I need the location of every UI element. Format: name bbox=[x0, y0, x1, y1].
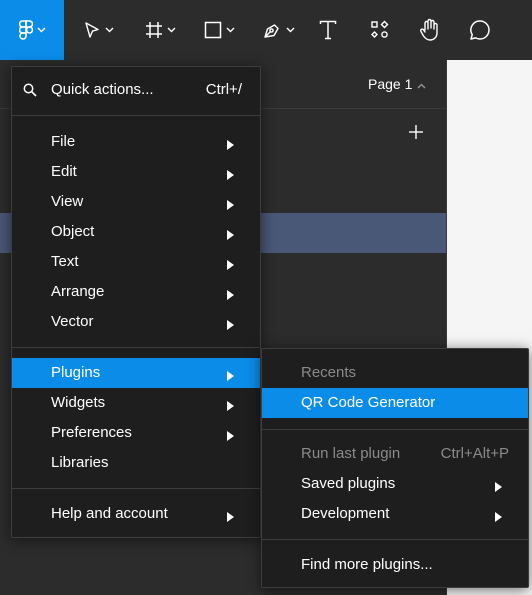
menu-item-vector[interactable]: Vector bbox=[12, 307, 260, 337]
menu-item-label: Libraries bbox=[51, 454, 109, 471]
chevron-right-icon bbox=[227, 197, 234, 214]
saved-plugins-item[interactable]: Saved plugins bbox=[262, 469, 528, 499]
quick-actions-shortcut: Ctrl+/ bbox=[205, 81, 242, 98]
text-tool-button[interactable] bbox=[310, 0, 346, 60]
menu-item-label: QR Code Generator bbox=[301, 394, 436, 411]
comment-tool-button[interactable] bbox=[460, 0, 500, 60]
chevron-right-icon bbox=[227, 167, 234, 184]
search-icon bbox=[23, 83, 37, 101]
menu-item-preferences[interactable]: Preferences bbox=[12, 418, 260, 448]
menu-item-label: Arrange bbox=[51, 283, 105, 300]
menu-item-widgets[interactable]: Widgets bbox=[12, 388, 260, 418]
recents-header-label: Recents bbox=[301, 364, 357, 381]
menu-item-label: Plugins bbox=[51, 364, 101, 381]
toolbar bbox=[0, 0, 532, 60]
plugins-submenu: Recents QR Code Generator Run last plugi… bbox=[261, 348, 529, 588]
main-menu-button[interactable] bbox=[0, 0, 64, 60]
pen-icon bbox=[262, 20, 282, 40]
add-page-button[interactable] bbox=[404, 122, 428, 146]
menu-item-label: Widgets bbox=[51, 394, 106, 411]
chevron-right-icon bbox=[495, 479, 502, 496]
rectangle-icon bbox=[204, 21, 222, 39]
menu-item-label: Find more plugins... bbox=[301, 556, 433, 573]
find-more-plugins-item[interactable]: Find more plugins... bbox=[262, 550, 528, 580]
resources-tool-button[interactable] bbox=[362, 0, 398, 60]
move-tool-button[interactable] bbox=[74, 0, 122, 60]
chevron-right-icon bbox=[227, 368, 234, 385]
chevron-right-icon bbox=[227, 317, 234, 334]
chevron-right-icon bbox=[227, 398, 234, 415]
menu-divider bbox=[12, 115, 260, 116]
chevron-right-icon bbox=[227, 428, 234, 445]
page-selector[interactable]: Page 1 bbox=[368, 76, 426, 92]
comment-bubble-icon bbox=[469, 19, 491, 41]
pen-tool-button[interactable] bbox=[254, 0, 302, 60]
menu-item-object[interactable]: Object bbox=[12, 217, 260, 247]
menu-divider bbox=[12, 488, 260, 489]
menu-item-label: Object bbox=[51, 223, 95, 240]
menu-divider bbox=[12, 347, 260, 348]
text-T-icon bbox=[319, 20, 337, 40]
quick-actions-item[interactable]: Quick actions... Ctrl+/ bbox=[12, 75, 260, 105]
menu-item-label: Text bbox=[51, 253, 79, 270]
quick-actions-label: Quick actions... bbox=[51, 81, 154, 98]
menu-item-libraries[interactable]: Libraries bbox=[12, 448, 260, 478]
chevron-right-icon bbox=[495, 509, 502, 526]
menu-item-label: Preferences bbox=[51, 424, 132, 441]
menu-item-label: Vector bbox=[51, 313, 94, 330]
frame-hash-icon bbox=[145, 21, 163, 39]
menu-item-label: Development bbox=[301, 505, 390, 522]
menu-divider bbox=[262, 429, 528, 430]
chevron-down-icon bbox=[286, 27, 295, 33]
chevron-right-icon bbox=[227, 509, 234, 526]
chevron-right-icon bbox=[227, 287, 234, 304]
menu-item-edit[interactable]: Edit bbox=[12, 157, 260, 187]
hand-icon bbox=[419, 18, 441, 42]
shape-tool-button[interactable] bbox=[195, 0, 243, 60]
chevron-right-icon bbox=[227, 257, 234, 274]
menu-divider bbox=[262, 539, 528, 540]
development-item[interactable]: Development bbox=[262, 499, 528, 529]
menu-item-help-and-account[interactable]: Help and account bbox=[12, 499, 260, 529]
menu-item-label: Help and account bbox=[51, 505, 168, 522]
menu-item-plugins[interactable]: Plugins bbox=[12, 358, 260, 388]
menu-item-view[interactable]: View bbox=[12, 187, 260, 217]
figma-logo-icon bbox=[18, 20, 33, 40]
plus-icon bbox=[409, 125, 423, 143]
chevron-down-icon bbox=[105, 27, 114, 33]
menu-item-label: Saved plugins bbox=[301, 475, 396, 492]
cursor-arrow-icon bbox=[83, 21, 101, 39]
frame-tool-button[interactable] bbox=[136, 0, 184, 60]
menu-item-file[interactable]: File bbox=[12, 127, 260, 157]
recent-plugin-qr-code-generator[interactable]: QR Code Generator bbox=[262, 388, 528, 418]
menu-item-arrange[interactable]: Arrange bbox=[12, 277, 260, 307]
run-last-plugin-item[interactable]: Run last plugin Ctrl+Alt+P bbox=[262, 439, 528, 469]
chevron-down-icon bbox=[226, 27, 235, 33]
menu-item-label: File bbox=[51, 133, 76, 150]
run-last-plugin-shortcut: Ctrl+Alt+P bbox=[440, 445, 509, 462]
recents-header: Recents bbox=[262, 358, 528, 388]
chevron-right-icon bbox=[227, 227, 234, 244]
hand-tool-button[interactable] bbox=[410, 0, 450, 60]
main-menu: Quick actions... Ctrl+/ File Edit View O… bbox=[11, 66, 261, 538]
resources-icon bbox=[370, 20, 390, 40]
menu-item-text[interactable]: Text bbox=[12, 247, 260, 277]
chevron-down-icon bbox=[167, 27, 176, 33]
menu-item-label: Run last plugin bbox=[301, 445, 401, 462]
chevron-right-icon bbox=[227, 137, 234, 154]
chevron-up-icon bbox=[417, 76, 426, 92]
page-label: Page 1 bbox=[368, 76, 413, 92]
menu-item-label: Edit bbox=[51, 163, 77, 180]
menu-item-label: View bbox=[51, 193, 84, 210]
chevron-down-icon bbox=[37, 27, 46, 33]
